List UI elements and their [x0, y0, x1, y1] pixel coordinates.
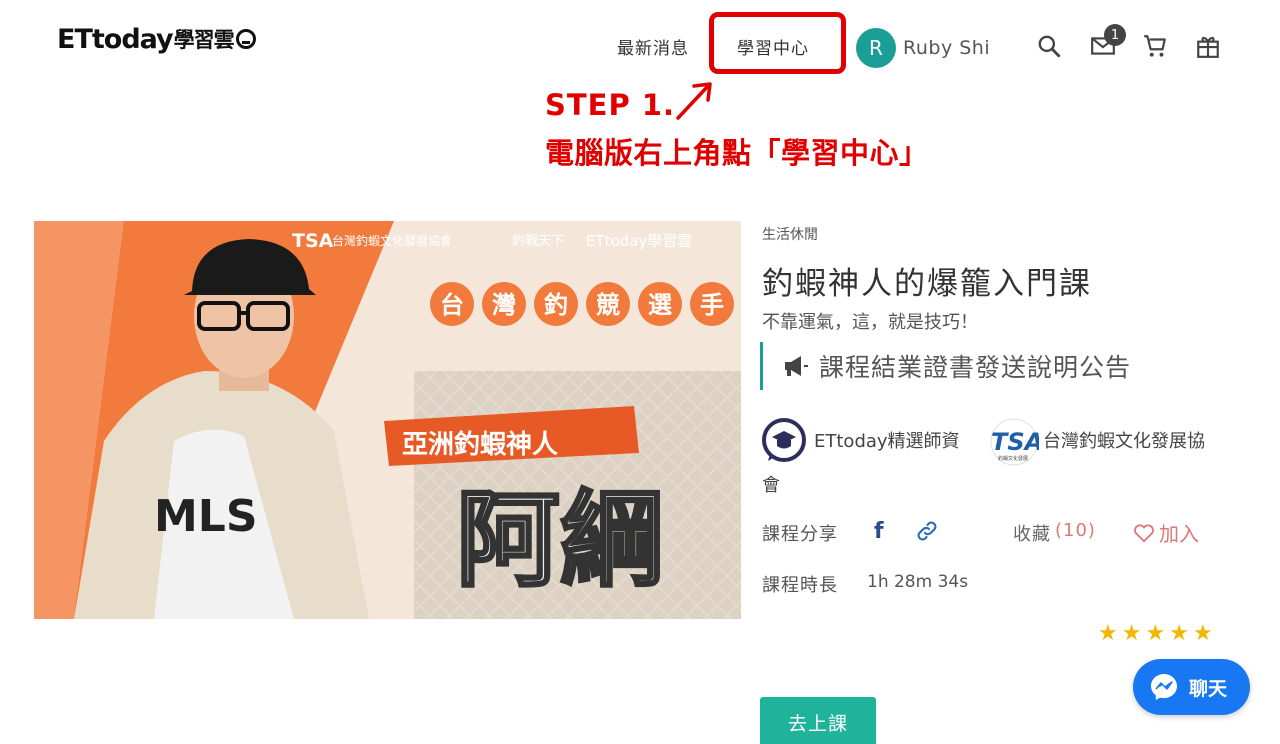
course-title: 釣蝦神人的爆籠入門課	[762, 266, 1092, 302]
user-name: Ruby Shi	[903, 37, 991, 59]
logo-chinese: 學習雲	[173, 28, 235, 52]
banner-sponsor-mid: 釣戰天下	[512, 233, 564, 249]
star-icon: ★	[1121, 621, 1142, 646]
user-menu[interactable]: R Ruby Shi	[856, 28, 990, 68]
tsa-logo-text: TSA	[991, 428, 1039, 456]
teacher-ettoday-label: ETtoday精選師資	[814, 431, 960, 452]
site-logo[interactable]: ETtoday 學習雲	[57, 22, 256, 56]
star-icon: ★	[1169, 621, 1189, 646]
tsa-logo-sub: 釣蝦文化發展	[998, 455, 1028, 462]
teacher-avatar-icon	[762, 418, 806, 462]
annotation-step: STEP 1.	[545, 88, 676, 122]
certificate-notice[interactable]: 課程結業證書發送說明公告	[760, 342, 1220, 390]
teacher-ettoday[interactable]: ETtoday精選師資	[762, 418, 960, 462]
annotation-arrow-icon	[676, 82, 712, 120]
add-favorite-button[interactable]: 加入	[1133, 518, 1199, 547]
banner-tag-5: 選	[648, 291, 672, 319]
star-icon: ★	[1098, 621, 1118, 646]
banner-tag-4: 競	[596, 291, 620, 319]
banner-sponsor-tsa-name: 台灣釣蝦文化發展協會	[332, 233, 452, 248]
course-subtitle: 不靠運氣，這，就是技巧！	[762, 312, 978, 333]
banner-tag-1: 台	[440, 291, 464, 319]
share-label: 課程分享	[762, 524, 838, 545]
megaphone-icon	[785, 356, 808, 376]
star-icon: ★	[1192, 621, 1213, 646]
gift-icon[interactable]	[1195, 33, 1221, 59]
teacher-tsa-label-wrap[interactable]: 會	[762, 471, 780, 497]
mail-badge: 1	[1104, 24, 1126, 46]
search-icon[interactable]	[1036, 33, 1062, 59]
facebook-share-icon[interactable]: f	[874, 519, 884, 544]
banner-sponsor-tsa: TSA	[292, 230, 334, 252]
chat-label: 聊天	[1189, 677, 1228, 700]
add-favorite-label: 加入	[1159, 522, 1199, 546]
banner-tag-2: 灣	[492, 291, 516, 319]
nav-news[interactable]: 最新消息	[617, 34, 689, 59]
teacher-tsa[interactable]: TSA 釣蝦文化發展	[989, 418, 1039, 466]
messenger-icon	[1151, 674, 1177, 700]
course-banner: TSA 台灣釣蝦文化發展協會 釣戰天下 ETtoday學習雲 MLS 台 灣 釣…	[34, 221, 741, 619]
rating-stars: ★ ★ ★ ★ ★	[1098, 622, 1213, 646]
heart-icon	[1134, 523, 1154, 542]
banner-sponsor-logo: ETtoday學習雲	[586, 232, 692, 250]
go-to-class-button[interactable]: 去上課	[760, 697, 876, 744]
logo-text: ETtoday	[57, 23, 174, 55]
logo-smile-icon	[235, 29, 256, 49]
course-page: ETtoday 學習雲 最新消息 學習中心 R Ruby Shi 1 STEP …	[0, 0, 1280, 744]
avatar: R	[856, 28, 896, 68]
banner-shirt-text: MLS	[154, 491, 258, 542]
tsa-logo: TSA 釣蝦文化發展	[990, 418, 1039, 466]
banner-tag-6: 手	[700, 291, 724, 319]
star-icon: ★	[1145, 621, 1166, 646]
duration-label: 課程時長	[762, 575, 838, 596]
banner-big-name: 阿綱	[456, 479, 664, 601]
teacher-tsa-label[interactable]: 台灣釣蝦文化發展協	[1043, 427, 1205, 453]
favorite-label: 收藏	[1013, 524, 1051, 545]
duration-value: 1h 28m 34s	[867, 572, 969, 592]
favorite-count: (10)	[1055, 520, 1096, 541]
course-category[interactable]: 生活休閒	[762, 224, 818, 244]
notice-text: 課程結業證書發送說明公告	[819, 353, 1132, 382]
messenger-chat-button[interactable]: 聊天	[1133, 659, 1250, 715]
annotation-description: 電腦版右上角點「學習中心」	[545, 136, 929, 170]
banner-tag-3: 釣	[544, 291, 568, 319]
link-share-icon[interactable]	[915, 519, 939, 543]
cart-icon[interactable]	[1142, 33, 1168, 59]
banner-ribbon-text: 亞洲釣蝦神人	[402, 429, 558, 460]
annotation-highlight-box	[709, 12, 846, 74]
